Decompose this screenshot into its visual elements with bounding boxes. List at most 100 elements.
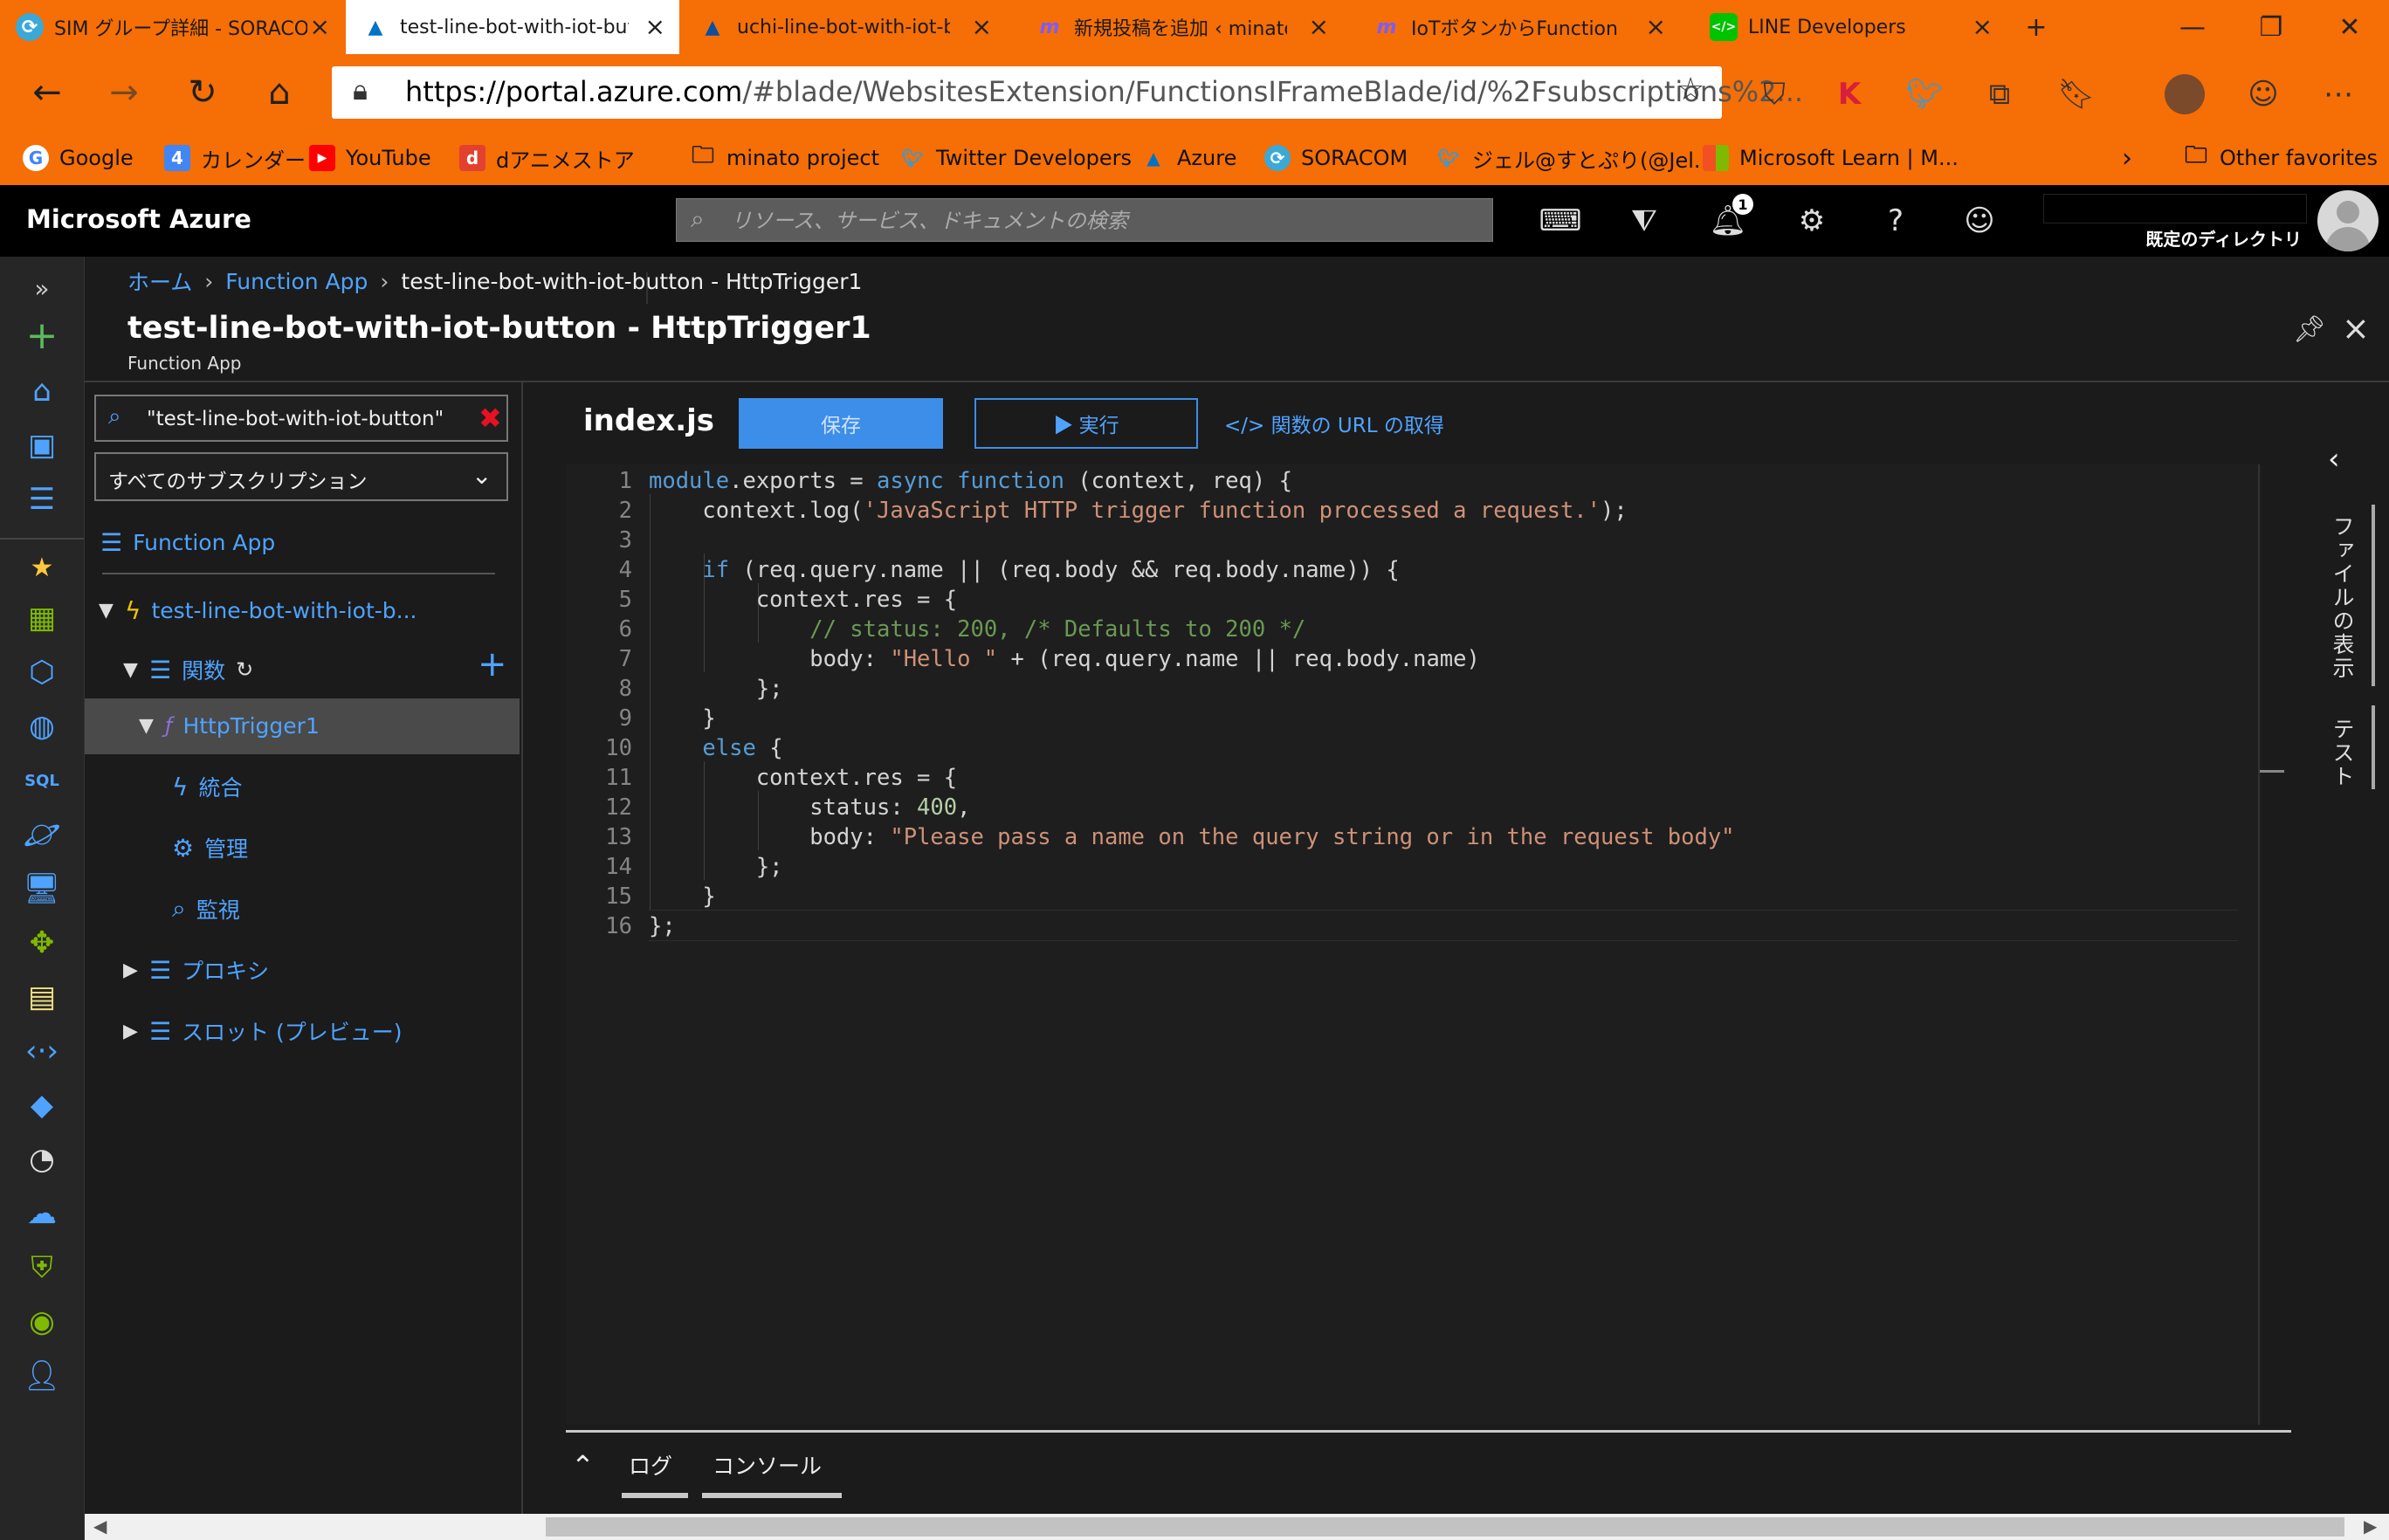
browser-tab-iot-button[interactable]: m IoTボタンからFunction App × [1357,0,1680,54]
sql-database-icon[interactable]: SQL [19,758,65,803]
close-icon[interactable]: × [2342,309,2370,347]
add-function-plus-icon[interactable]: + [478,644,507,684]
more-menu-icon[interactable]: ⋯ [2314,70,2363,119]
close-icon[interactable]: × [1972,12,1993,41]
favorite-google[interactable]: G Google [23,131,134,185]
avatar[interactable] [2317,190,2379,251]
new-tab-button[interactable]: + [2000,0,2073,54]
close-icon[interactable]: × [1646,12,1666,41]
global-search[interactable]: ⌕ [676,198,1493,243]
emoji-feedback-icon[interactable]: ☺ [2239,70,2288,119]
browser-tab-line-developers[interactable]: </> LINE Developers × [1694,0,2007,54]
close-icon[interactable]: × [972,12,992,41]
favorite-calendar[interactable]: 4 カレンダー [164,131,306,185]
browser-tab-uchi-line-bot[interactable]: ▲ uchi-line-bot-with-iot-button × [683,0,1006,54]
pocket-icon[interactable]: ⛉ [1750,70,1799,119]
favorite-soracom[interactable]: ⟳ SORACOM [1264,131,1408,185]
pin-icon[interactable]: 📌︎ [2293,314,2326,345]
favorite-azure[interactable]: ▲ Azure [1140,131,1236,185]
close-icon[interactable]: × [310,12,330,41]
editor-filename[interactable]: index.js [583,403,714,438]
dashboard-icon[interactable]: ▣ [19,423,65,468]
star-icon[interactable]: ☆ [1676,72,1704,107]
monitor-gauge-icon[interactable]: ◔ [19,1137,65,1182]
back-arrow-icon[interactable]: ← [23,68,72,117]
load-balancer-icon[interactable]: ✥ [19,920,65,966]
cost-management-icon[interactable]: ◉ [19,1299,65,1344]
favorite-danime[interactable]: d dアニメストア [459,131,635,185]
refresh-icon[interactable]: ↻ [236,657,253,682]
filter-box[interactable]: ⌕ ✖ [94,395,508,442]
page-horizontal-scrollbar[interactable]: ◀ ▶ [85,1514,2389,1540]
scroll-right-arrow-icon[interactable]: ▶ [2364,1516,2377,1537]
search-input[interactable] [729,199,1484,243]
favorite-microsoft-learn[interactable]: Microsoft Learn | M... [1703,131,1959,185]
azure-brand[interactable]: Microsoft Azure [26,204,251,234]
refresh-icon[interactable]: ↻ [178,68,227,117]
chevron-up-icon[interactable]: ⌃ [571,1449,595,1482]
forward-arrow-icon[interactable]: → [100,68,148,117]
save-button[interactable]: 保存 [739,398,943,449]
tree-proxies[interactable]: ▶ ☰ プロキシ [123,946,269,993]
run-button[interactable]: ▶ 実行 [974,398,1198,449]
advisor-cloud-icon[interactable]: ☁ [19,1191,65,1236]
clear-filter-x-icon[interactable]: ✖ [478,402,502,435]
restore-button[interactable]: ❐ [2232,0,2310,54]
filter-input[interactable] [145,396,463,442]
chevron-left-icon[interactable]: ‹ [2328,442,2340,477]
storage-accounts-icon[interactable]: ▤ [19,974,65,1020]
close-icon[interactable]: × [645,12,665,41]
get-function-url-link[interactable]: </> 関数の URL の取得 [1224,409,1444,438]
code-editor[interactable]: 1 module.exports = async function (contex… [566,464,2284,1425]
create-resource-plus-icon[interactable]: + [19,313,65,358]
subscription-dropdown[interactable]: すべてのサブスクリプション ⌄ [94,452,508,501]
breadcrumb-home[interactable]: ホーム [127,265,192,297]
security-center-shield-icon[interactable]: ⛨ [19,1245,65,1290]
favorites-star-icon[interactable]: ★ [19,545,65,590]
close-window-button[interactable]: ✕ [2310,0,2389,54]
collections-icon[interactable]: ⧉ [1975,70,2024,119]
twitter-icon[interactable]: 🐦︎ [1900,70,1949,119]
resource-groups-cube-icon[interactable]: ⬡ [19,650,65,695]
cosmos-db-planet-icon[interactable]: 🪐︎ [19,812,65,857]
help-question-icon[interactable]: ? [1874,199,1917,243]
bookmark-icon[interactable]: 🔖︎ [2052,70,2101,119]
close-icon[interactable]: × [1309,12,1329,41]
home-icon[interactable]: ⌂ [19,368,65,414]
browser-tab-test-line-bot[interactable]: ▲ test-line-bot-with-iot-button × [346,0,679,54]
settings-gear-icon[interactable]: ⚙ [1790,199,1834,243]
browser-tab-soracom[interactable]: ⟳ SIM グループ詳細 - SORACOM × [0,0,344,54]
favorite-twitter-developers[interactable]: 🐦︎ Twitter Developers [899,131,1132,185]
expand-chevrons-icon[interactable]: » [19,265,65,311]
tree-functions[interactable]: ▼ ☰ 関数 ↻ [123,646,253,693]
tab-view-files[interactable]: ファイルの表示 [2326,515,2358,680]
tree-httptrigger1[interactable]: ▼ ƒ HttpTrigger1 [139,702,320,749]
profile-avatar[interactable] [2160,70,2209,119]
help-support-person-icon[interactable]: 👤︎ [19,1353,65,1399]
virtual-networks-icon[interactable]: ‹·› [19,1028,65,1074]
scroll-left-arrow-icon[interactable]: ◀ [93,1516,107,1537]
tab-console[interactable]: コンソール [713,1449,822,1481]
home-icon[interactable]: ⌂ [255,68,304,117]
tab-log[interactable]: ログ [629,1449,672,1481]
tree-slots[interactable]: ▶ ☰ スロット (プレビュー) [123,1007,403,1055]
browser-tab-new-post[interactable]: m 新規投稿を追加 ‹ minato × [1020,0,1343,54]
breadcrumb-function-app[interactable]: Function App [225,269,368,294]
tree-integrate[interactable]: ϟ 統合 [172,763,243,810]
directory-label[interactable]: 既定のディレクトリ [2043,225,2302,251]
tree-app-test-line-bot[interactable]: ▼ ϟ test-line-bot-with-iot-b... [99,587,417,634]
account-name-redacted[interactable] [2043,194,2307,223]
tree-function-app-root[interactable]: ☰ Function App [100,519,275,566]
minimize-button[interactable]: — [2153,0,2232,54]
favorite-jel-twitter[interactable]: 🐦︎ ジェル@すとぷり(@Jel... [1435,131,1713,185]
scrollbar-thumb[interactable] [546,1517,2344,1537]
address-bar[interactable]: 🔒︎ https://portal.azure.com/#blade/Websi… [332,66,1803,119]
azure-ad-diamond-icon[interactable]: ◆ [19,1083,65,1128]
tab-test[interactable]: テスト [2326,718,2358,788]
extension-k-icon[interactable]: K [1825,70,1874,119]
directory-filter-icon[interactable]: ⧨ [1622,199,1666,243]
tree-monitor[interactable]: ⌕ 監視 [172,885,240,932]
cloud-shell-icon[interactable]: ⌨ [1539,199,1582,243]
tree-manage[interactable]: ⚙ 管理 [172,824,248,871]
all-resources-grid-icon[interactable]: ▦ [19,595,65,641]
